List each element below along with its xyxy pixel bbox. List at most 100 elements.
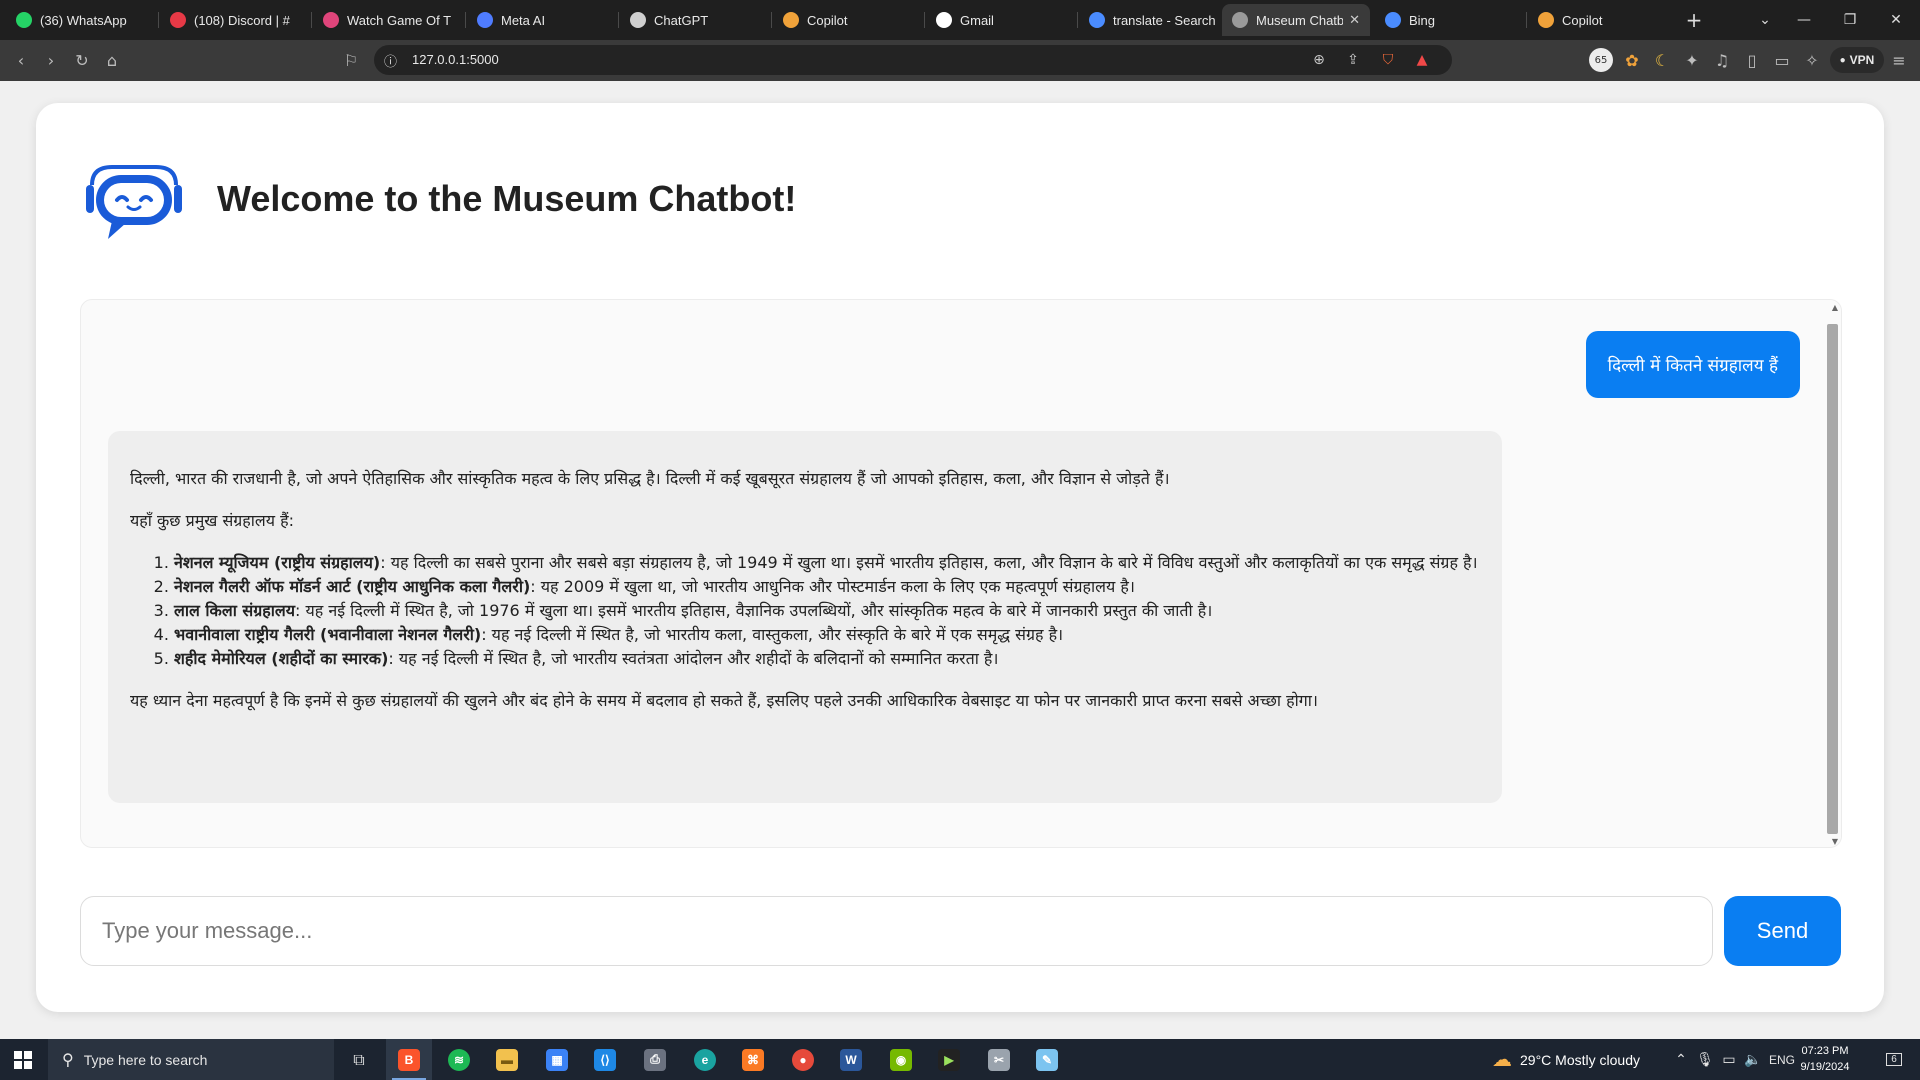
- windows-start-icon[interactable]: [0, 1039, 46, 1080]
- extensions-puzzle-icon[interactable]: ✦: [1680, 48, 1704, 72]
- leo-ai-icon[interactable]: ✧: [1800, 48, 1824, 72]
- tab-separator: [771, 12, 772, 28]
- scroll-down-arrow-icon[interactable]: ▼: [1832, 837, 1838, 846]
- tab-separator: [311, 12, 312, 28]
- browser-tab[interactable]: (108) Discord | #: [160, 4, 308, 36]
- tab-separator: [158, 12, 159, 28]
- rewards-icon[interactable]: ▲: [1411, 49, 1433, 71]
- zoom-icon[interactable]: ⊕: [1308, 49, 1330, 71]
- browser-tab-label: Meta AI: [501, 12, 546, 28]
- profile-avatar[interactable]: 65: [1589, 48, 1613, 72]
- address-bar[interactable]: ⓘ 127.0.0.1:5000 ⊕ ⇪ ⛉ ▲: [374, 45, 1452, 75]
- browser-tab[interactable]: Museum Chatb ✕: [1222, 4, 1370, 36]
- browser-tab[interactable]: Copilot: [1528, 4, 1676, 36]
- file-explorer-icon[interactable]: ▬: [484, 1039, 530, 1080]
- windows-taskbar: ⚲ Type here to search ⧉ B ≋ ▬ ▦ ⟨⟩ ⎙ e ⌘…: [0, 1039, 1920, 1080]
- xampp-icon[interactable]: ⌘: [730, 1039, 776, 1080]
- chat-messages-area[interactable]: दिल्ली में कितने संग्रहालय हैं दिल्ली, भ…: [80, 299, 1842, 848]
- chrome-icon[interactable]: ●: [780, 1039, 826, 1080]
- message-input[interactable]: [80, 896, 1713, 966]
- clock-date: 9/19/2024: [1800, 1061, 1850, 1073]
- bot-outro-text: यह ध्यान देना महत्वपूर्ण है कि इनमें से …: [130, 691, 1318, 710]
- museum-name: भवानीवाला राष्ट्रीय गैलरी (भवानीवाला नेश…: [174, 625, 482, 644]
- bot-list-intro-text: यहाँ कुछ प्रमुख संग्रहालय हैं:: [130, 511, 295, 530]
- tab-separator: [1526, 12, 1527, 28]
- tab-separator: [618, 12, 619, 28]
- media-player-icon[interactable]: ▶: [926, 1039, 972, 1080]
- dark-mode-icon[interactable]: ☾: [1650, 48, 1674, 72]
- menu-icon[interactable]: ≡: [1887, 48, 1911, 72]
- spotify-icon[interactable]: ≋: [436, 1039, 482, 1080]
- nvidia-icon[interactable]: ◉: [878, 1039, 924, 1080]
- browser-tab[interactable]: ChatGPT: [620, 4, 768, 36]
- taskbar-search-placeholder: Type here to search: [83, 1051, 208, 1068]
- network-icon[interactable]: ▭: [1718, 1039, 1740, 1080]
- scroll-up-arrow-icon[interactable]: ▲: [1832, 303, 1838, 312]
- list-item: शहीद मेमोरियल (शहीदों का स्मारक): यह नई …: [174, 647, 1480, 671]
- notepad-icon[interactable]: ✎: [1024, 1039, 1070, 1080]
- printer-app-icon[interactable]: ⎙: [632, 1039, 678, 1080]
- wallet-icon[interactable]: ▭: [1770, 48, 1794, 72]
- museum-description: : यह 2009 में खुला था, जो भारतीय आधुनिक …: [530, 577, 1135, 596]
- browser-tab[interactable]: translate - Search: [1079, 4, 1227, 36]
- reload-icon[interactable]: ↻: [70, 48, 94, 72]
- vpn-button[interactable]: ● VPN: [1830, 47, 1884, 73]
- microsoft-store-icon[interactable]: ▦: [534, 1039, 580, 1080]
- browser-tab[interactable]: Bing: [1375, 4, 1523, 36]
- notification-count: 6: [1886, 1053, 1902, 1066]
- browser-tab[interactable]: Meta AI: [467, 4, 615, 36]
- museum-name: नेशनल गैलरी ऑफ मॉडर्न आर्ट (राष्ट्रीय आध…: [174, 577, 531, 596]
- bookmark-icon[interactable]: ⚐: [339, 48, 363, 72]
- sidebar-icon[interactable]: ▯: [1740, 48, 1764, 72]
- close-window-button[interactable]: ✕: [1873, 0, 1919, 40]
- clock-time: 07:23 PM: [1801, 1045, 1849, 1057]
- vpn-label: VPN: [1849, 53, 1875, 67]
- whatsapp-icon: [16, 12, 32, 28]
- back-icon[interactable]: ‹: [9, 48, 33, 72]
- brave-browser-icon[interactable]: B: [386, 1039, 432, 1080]
- task-view-icon[interactable]: ⧉: [336, 1039, 382, 1080]
- new-tab-button[interactable]: +: [1671, 0, 1717, 40]
- extension-icon[interactable]: ✿: [1620, 48, 1644, 72]
- minimize-button[interactable]: —: [1781, 0, 1827, 40]
- send-button[interactable]: Send: [1724, 896, 1841, 966]
- weather-widget[interactable]: ☁ 29°C Mostly cloudy: [1492, 1039, 1640, 1080]
- site-info-icon[interactable]: ⓘ: [384, 51, 397, 70]
- browser-tab-strip: (36) WhatsApp (108) Discord | # Watch Game…: [0, 0, 1920, 40]
- volume-icon[interactable]: 🔈: [1742, 1039, 1764, 1080]
- museum-name: नेशनल म्यूजियम (राष्ट्रीय संग्रहालय): [174, 553, 381, 572]
- close-tab-icon[interactable]: ✕: [1349, 12, 1360, 28]
- microphone-icon[interactable]: 🎙: [1694, 1039, 1716, 1080]
- browser-tab[interactable]: Copilot: [773, 4, 921, 36]
- url-text[interactable]: 127.0.0.1:5000: [412, 52, 499, 67]
- browser-tab-label: (108) Discord | #: [194, 12, 290, 28]
- museum-name: लाल किला संग्रहालय: [174, 601, 296, 620]
- taskbar-clock[interactable]: 07:23 PM 9/19/2024: [1790, 1043, 1860, 1075]
- snipping-tool-icon[interactable]: ✂: [976, 1039, 1022, 1080]
- tab-separator: [924, 12, 925, 28]
- forward-icon[interactable]: ›: [39, 48, 63, 72]
- chat-scrollbar[interactable]: ▲ ▼: [1825, 300, 1841, 847]
- user-message-bubble: दिल्ली में कितने संग्रहालय हैं: [1585, 331, 1800, 398]
- list-item: भवानीवाला राष्ट्रीय गैलरी (भवानीवाला नेश…: [174, 623, 1480, 647]
- copilot-icon: [1538, 12, 1554, 28]
- home-icon[interactable]: ⌂: [100, 48, 124, 72]
- word-icon[interactable]: W: [828, 1039, 874, 1080]
- edge-icon[interactable]: e: [682, 1039, 728, 1080]
- tray-overflow-chevron-icon[interactable]: ⌃: [1670, 1039, 1692, 1080]
- notification-center-icon[interactable]: 6: [1874, 1039, 1914, 1080]
- browser-tab[interactable]: Gmail: [926, 4, 1074, 36]
- browser-tab-label: Museum Chatb: [1256, 12, 1344, 28]
- share-icon[interactable]: ⇪: [1342, 49, 1364, 71]
- taskbar-search-box[interactable]: ⚲ Type here to search: [48, 1039, 334, 1080]
- restore-button[interactable]: ❐: [1827, 0, 1873, 40]
- browser-tab[interactable]: (36) WhatsApp: [6, 4, 154, 36]
- museum-description: : यह नई दिल्ली में स्थित है, जो भारतीय क…: [481, 625, 1064, 644]
- vscode-icon[interactable]: ⟨⟩: [582, 1039, 628, 1080]
- music-icon[interactable]: ♫: [1710, 48, 1734, 72]
- browser-tab[interactable]: Watch Game Of Thr: [313, 4, 461, 36]
- brave-shield-icon[interactable]: ⛉: [1377, 49, 1399, 71]
- browser-tab-label: Copilot: [1562, 12, 1603, 28]
- browser-tab-label: Bing: [1409, 12, 1436, 28]
- scrollbar-thumb[interactable]: [1827, 324, 1838, 834]
